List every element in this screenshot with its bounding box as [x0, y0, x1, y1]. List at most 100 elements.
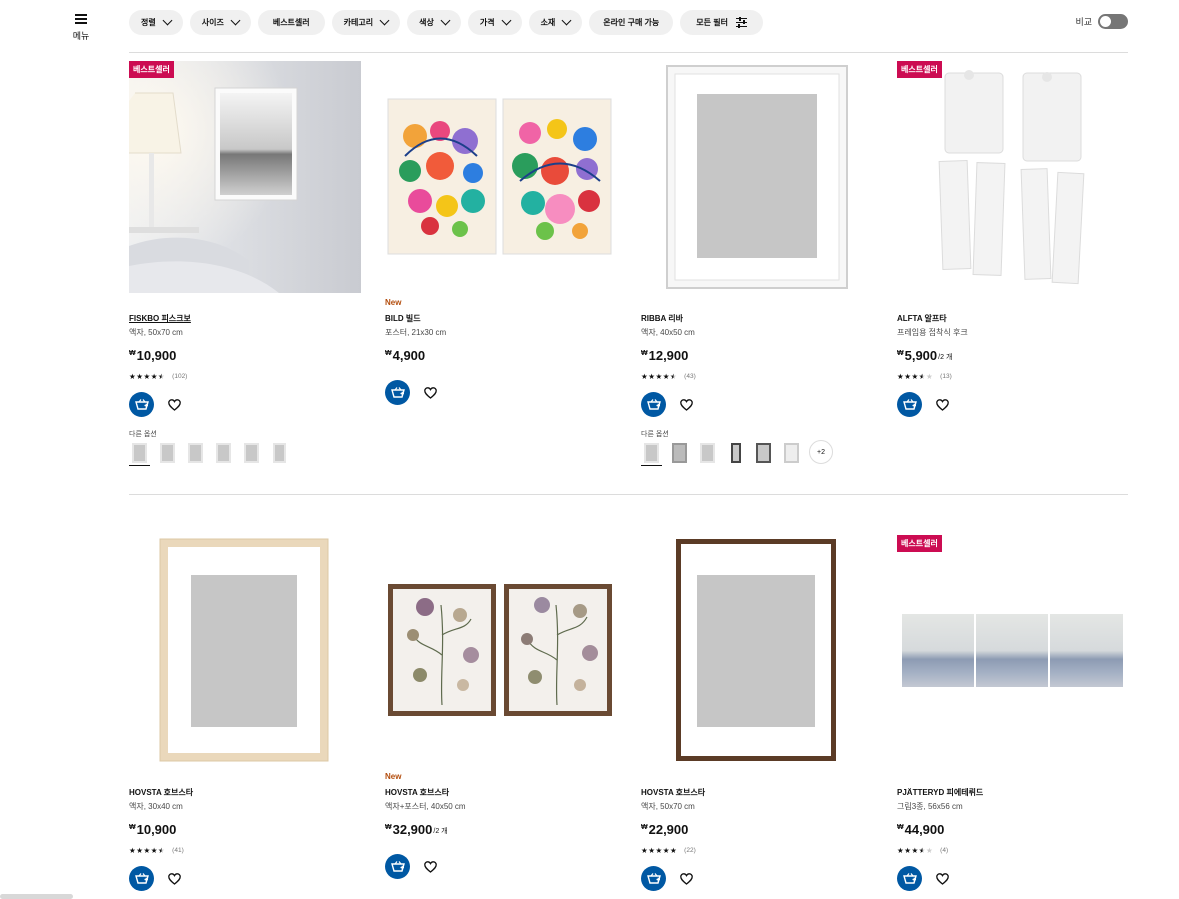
add-to-cart-button[interactable] [897, 392, 922, 417]
filter-sort[interactable]: 정렬 [129, 10, 183, 35]
product-price: ₩12,900 [641, 348, 688, 363]
variant-thumbnails [129, 440, 290, 466]
compare-label: 비교 [1075, 17, 1092, 27]
filter-price[interactable]: 가격 [467, 10, 522, 35]
chevron-down-icon [230, 15, 241, 26]
filter-all[interactable]: 모든 필터 [680, 10, 763, 35]
variant-thumbnail[interactable] [241, 440, 262, 466]
currency: ₩ [129, 824, 136, 831]
filter-category[interactable]: 카테고리 [331, 10, 401, 35]
product-name[interactable]: ALFTA 알프타 [897, 313, 947, 324]
add-to-cart-button[interactable] [129, 392, 154, 417]
variant-thumbnail[interactable] [781, 440, 802, 466]
variant-thumbnail[interactable] [725, 440, 746, 466]
review-count: (13) [940, 373, 952, 380]
more-variants-button[interactable]: +2 [809, 440, 833, 464]
product-name[interactable]: BILD 빌드 [385, 313, 421, 324]
favorite-button[interactable] [678, 397, 694, 413]
product-image[interactable]: 베스트셀러 [897, 535, 1129, 767]
favorite-button[interactable] [934, 397, 950, 413]
price-value: 12,900 [648, 348, 689, 363]
variant-thumbnail[interactable] [157, 440, 178, 466]
add-to-cart-button[interactable] [897, 866, 922, 891]
variant-thumbnail[interactable] [641, 440, 662, 466]
review-count: (41) [172, 847, 184, 854]
favorite-button[interactable] [166, 397, 182, 413]
product-name[interactable]: PJÄTTERYD 피에테뤼드 [897, 787, 983, 798]
cart-add-icon [390, 386, 405, 398]
variant-thumbnail[interactable] [669, 440, 690, 466]
product-desc: 액자, 50x70 cm [641, 802, 695, 811]
favorite-button[interactable] [934, 871, 950, 887]
product-name[interactable]: RIBBA 리바 [641, 313, 683, 324]
variant-thumbnail[interactable] [753, 440, 774, 466]
product-image[interactable] [385, 61, 617, 293]
product-name[interactable]: HOVSTA 호브스타 [129, 787, 193, 798]
star-icon: ★ [911, 372, 919, 381]
variant-thumbnail[interactable] [185, 440, 206, 466]
horizontal-scrollbar[interactable] [0, 894, 73, 899]
favorite-button[interactable] [678, 871, 694, 887]
star-icon: ★ [918, 846, 926, 855]
sliders-icon [735, 15, 747, 30]
favorite-button[interactable] [422, 385, 438, 401]
product-desc: 액자, 50x70 cm [129, 328, 183, 337]
product-rating[interactable]: ★★★★★ (41) [129, 846, 184, 855]
filter-label: 소재 [540, 18, 556, 27]
product-image[interactable]: 베스트셀러 [897, 61, 1129, 293]
filter-size[interactable]: 사이즈 [189, 10, 251, 35]
compare-toggle[interactable] [1098, 14, 1128, 29]
product-price: ₩32,900/2 개 [385, 822, 448, 837]
product-price: ₩22,900 [641, 822, 688, 837]
star-icon: ★ [143, 372, 151, 381]
product-rating[interactable]: ★★★★★ (43) [641, 372, 696, 381]
heart-icon [167, 398, 181, 411]
product-actions [641, 392, 694, 417]
filter-color[interactable]: 색상 [407, 10, 461, 35]
filter-bestseller[interactable]: 베스트셀러 [257, 10, 325, 35]
menu-button[interactable]: 메뉴 [68, 14, 94, 42]
add-to-cart-button[interactable] [641, 392, 666, 417]
heart-icon [167, 872, 181, 885]
heart-icon [935, 872, 949, 885]
product-rating[interactable]: ★★★★★ (4) [897, 846, 948, 855]
cart-add-icon [134, 872, 149, 884]
add-to-cart-button[interactable] [385, 854, 410, 879]
product-actions [897, 866, 950, 891]
variant-thumbnail[interactable] [269, 440, 290, 466]
product-name[interactable]: HOVSTA 호브스타 [385, 787, 449, 798]
star-icon: ★ [157, 846, 166, 855]
compare-toggle-group: 비교 [1075, 14, 1128, 29]
product-rating[interactable]: ★★★★★ (102) [129, 372, 187, 381]
star-icon: ★ [925, 846, 934, 855]
star-icon: ★ [911, 846, 919, 855]
filter-online[interactable]: 온라인 구매 가능 [589, 10, 674, 35]
add-to-cart-button[interactable] [385, 380, 410, 405]
favorite-button[interactable] [166, 871, 182, 887]
add-to-cart-button[interactable] [641, 866, 666, 891]
variant-thumbnail[interactable] [697, 440, 718, 466]
product-price: ₩4,900 [385, 348, 425, 363]
filter-material[interactable]: 소재 [528, 10, 583, 35]
product-rating[interactable]: ★★★★★ (22) [641, 846, 696, 855]
product-rating[interactable]: ★★★★★ (13) [897, 372, 952, 381]
favorite-button[interactable] [422, 859, 438, 875]
add-to-cart-button[interactable] [129, 866, 154, 891]
variant-thumbnail[interactable] [213, 440, 234, 466]
price-value: 5,900 [904, 348, 938, 363]
heart-icon [935, 398, 949, 411]
product-image[interactable] [641, 61, 873, 293]
product-price: ₩10,900 [129, 348, 176, 363]
product-image[interactable] [641, 535, 873, 767]
product-image[interactable]: 베스트셀러 [129, 61, 361, 293]
variant-thumbnails: +2 [641, 440, 833, 466]
product-image[interactable] [385, 535, 617, 767]
star-icon: ★ [662, 372, 670, 381]
product-name[interactable]: HOVSTA 호브스타 [641, 787, 705, 798]
cart-add-icon [902, 872, 917, 884]
rating-stars: ★★★★★ [897, 372, 933, 381]
product-image[interactable] [129, 535, 361, 767]
currency: ₩ [129, 350, 136, 357]
product-name[interactable]: FISKBO 피스크보 [129, 313, 191, 324]
variant-thumbnail[interactable] [129, 440, 150, 466]
